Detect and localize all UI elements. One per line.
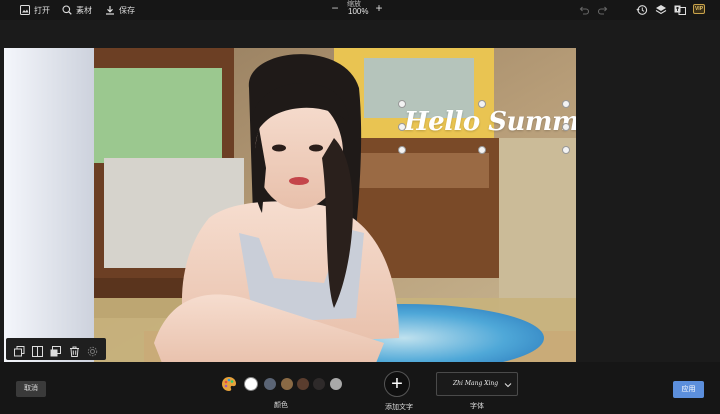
- font-dropdown[interactable]: Zhi Mang Xing: [436, 372, 518, 396]
- add-text-label: 添加文字: [385, 404, 413, 411]
- resize-handle-bottom-left[interactable]: [398, 146, 406, 154]
- resize-handle-top-left[interactable]: [398, 100, 406, 108]
- color-swatch-slate[interactable]: [264, 378, 276, 390]
- redo-icon[interactable]: [597, 3, 609, 15]
- translate-icon[interactable]: [674, 3, 686, 15]
- color-label: 颜色: [274, 402, 288, 409]
- resize-handle-mid-left[interactable]: [398, 123, 406, 131]
- save-label: 保存: [119, 5, 135, 15]
- resize-handle-top-mid[interactable]: [478, 100, 486, 108]
- save-button[interactable]: 保存: [105, 2, 135, 18]
- add-text-button[interactable]: +: [384, 371, 410, 397]
- copy-icon[interactable]: [13, 344, 25, 356]
- zoom-out-button[interactable]: −: [330, 2, 340, 14]
- zoom-in-button[interactable]: +: [374, 2, 384, 14]
- resize-handle-top-right[interactable]: [562, 100, 570, 108]
- apply-button[interactable]: 应用: [673, 381, 704, 398]
- color-swatch-brown[interactable]: [297, 378, 309, 390]
- settings-icon[interactable]: [87, 344, 98, 356]
- photo-canvas[interactable]: Hello Summer: [4, 48, 576, 372]
- zoom-value: 100%: [348, 7, 369, 16]
- delete-icon[interactable]: [69, 344, 80, 357]
- open-label: 打开: [34, 5, 50, 15]
- history-icon[interactable]: [636, 3, 648, 15]
- layer-mini-toolbar: [6, 338, 106, 360]
- color-swatch-tan[interactable]: [281, 378, 293, 390]
- undo-icon[interactable]: [578, 3, 590, 15]
- color-swatch-white[interactable]: [245, 378, 257, 390]
- workspace: Hello Summer: [0, 20, 720, 372]
- assets-label: 素材: [76, 5, 92, 15]
- hello-summer-text[interactable]: Hello Summer: [404, 107, 576, 137]
- assets-search-icon: [62, 5, 72, 15]
- palette-icon[interactable]: [221, 376, 237, 392]
- vip-badge[interactable]: VIP: [693, 4, 705, 14]
- top-toolbar: 打开 素材 保存 − 缩放 100% + VIP: [0, 0, 720, 20]
- chevron-down-icon: [504, 383, 512, 388]
- image-icon: [20, 5, 30, 15]
- flip-icon[interactable]: [32, 344, 44, 357]
- resize-handle-bottom-right[interactable]: [562, 146, 570, 154]
- resize-handle-bottom-mid[interactable]: [478, 146, 486, 154]
- resize-handle-mid-right[interactable]: [562, 123, 570, 131]
- assets-button[interactable]: 素材: [62, 2, 92, 18]
- font-label: 字体: [470, 403, 484, 410]
- photo-image: [4, 48, 576, 372]
- color-swatch-dark[interactable]: [313, 378, 325, 390]
- bottom-toolbar: 取消 颜色 + 添加文字 Zhi Mang Xing 字体 应用: [0, 362, 720, 414]
- download-icon: [106, 6, 114, 15]
- open-button[interactable]: 打开: [20, 2, 50, 18]
- font-value: Zhi Mang Xing: [453, 380, 499, 387]
- cancel-button[interactable]: 取消: [16, 381, 46, 397]
- color-swatch-gray[interactable]: [330, 378, 342, 390]
- layers-icon[interactable]: [655, 3, 667, 15]
- duplicate-icon[interactable]: [50, 344, 62, 356]
